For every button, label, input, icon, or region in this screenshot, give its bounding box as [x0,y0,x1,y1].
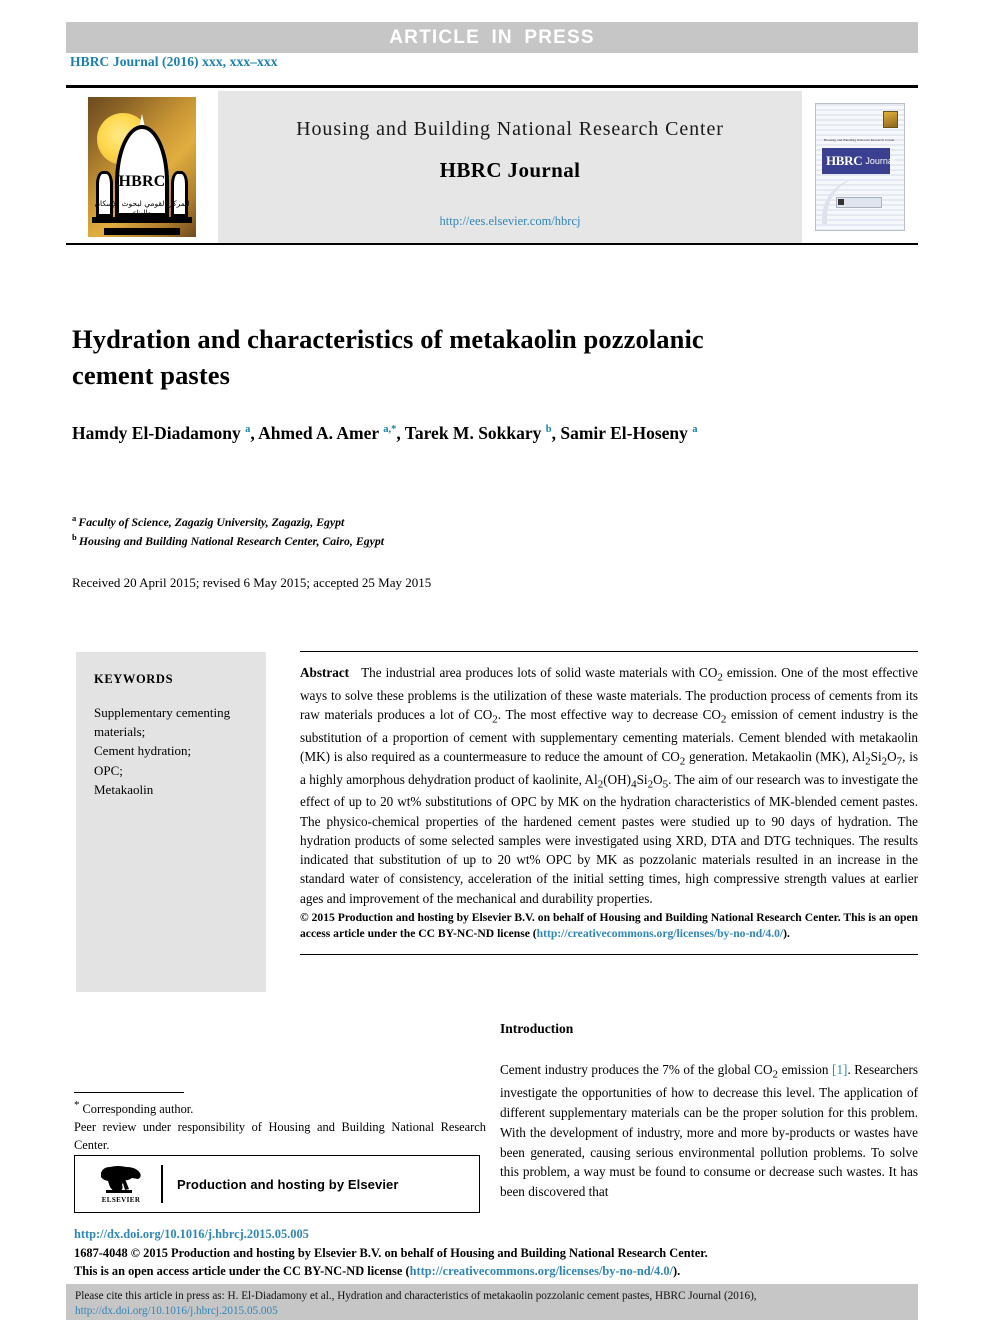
publisher-name: Housing and Building National Research C… [296,118,724,140]
keywords-panel: KEYWORDS Supplementary cementing materia… [76,652,266,992]
footer-copyright-line1: 1687-4048 © 2015 Production and hosting … [74,1246,708,1260]
citation-doi-link[interactable]: http://dx.doi.org/10.1016/j.hbrcj.2015.0… [75,1305,278,1317]
abstract-section: Abstract The industrial area produces lot… [300,651,918,955]
author-list: Hamdy El-Diadamony a, Ahmed A. Amer a,*,… [72,420,772,446]
introduction-heading: Introduction [500,1021,574,1036]
footer-copyright: 1687-4048 © 2015 Production and hosting … [74,1245,924,1280]
footer-copyright-line2-pre: This is an open access article under the… [74,1263,410,1278]
page-title: Hydration and characteristics of metakao… [72,323,704,391]
author-affiliation-marker: a [692,424,698,436]
logo-base-bar [92,217,192,223]
keywords-heading: KEYWORDS [94,672,174,686]
elsevier-logo: ELSEVIER [85,1165,157,1204]
citation-text: Please cite this article in press as: H.… [75,1289,909,1319]
author-name: Samir El-Hoseny [560,423,693,443]
hbrc-logo-icon: HBRC المركز القومي لبحوث الإسكان والبناء [88,97,196,237]
elsevier-hosting-box: ELSEVIER Production and hosting by Elsev… [74,1155,480,1213]
keyword-item: Supplementary cementing materials; [94,705,231,740]
footer-copyright-line2-post: ). [672,1263,681,1278]
introduction-paragraph: Cement industry produces the 7% of the g… [500,1060,918,1202]
article-in-press-banner: ARTICLE IN PRESS [66,22,918,53]
hbrc-logo-arabic-label: المركز القومي لبحوث الإسكان والبناء [94,199,190,217]
journal-url-link[interactable]: http://ees.elsevier.com/hbrcj [218,214,802,229]
affiliation-line: a Faculty of Science, Zagazig University… [72,512,712,531]
keyword-item: Cement hydration; [94,743,192,759]
author-affiliation-marker: a,* [383,424,397,436]
journal-cover-container: Housing and Building National Research C… [802,91,918,243]
footnote-block: * Corresponding author. Peer review under… [74,1098,486,1155]
keywords-items: Supplementary cementing materials; Cement… [94,703,250,799]
peer-review-note: Peer review under responsibility of Hous… [74,1120,486,1153]
corresponding-author-marker: * [74,1099,80,1111]
running-head-citation: HBRC Journal (2016) xxx, xxx–xxx [70,54,278,69]
cover-title-band: HBRC Journal [822,148,895,174]
received-dates: Received 20 April 2015; revised 6 May 20… [72,575,432,590]
journal-name: HBRC Journal [439,158,581,182]
elsevier-wordmark: ELSEVIER [101,1195,141,1204]
cover-band-subtitle: Housing and Building National Research C… [824,138,895,142]
intro-text-pre: Cement industry produces the 7% of the g… [500,1062,833,1081]
keyword-item: OPC; [94,762,123,778]
intro-text-post: . Researchers investigate the opportunit… [500,1062,919,1200]
citation-text-pre: Please cite this article in press as: H.… [75,1290,757,1302]
cover-title-journal: Journal [865,156,895,166]
abstract-copyright-tail: ). [783,927,790,941]
abstract-rule-bottom [300,953,918,955]
affiliation-list: a Faculty of Science, Zagazig University… [72,512,712,550]
abstract-label: Abstract [300,665,350,680]
elsevier-tree-icon [98,1165,144,1195]
keyword-item: Metakaolin [94,781,154,797]
author-separator: , [250,423,259,443]
author-separator: , [396,423,405,443]
affiliation-text: Housing and Building National Research C… [78,534,384,549]
doi-link[interactable]: http://dx.doi.org/10.1016/j.hbrcj.2015.0… [74,1227,309,1242]
hbrc-logo-label: HBRC [118,173,166,190]
article-in-press-label: ARTICLE IN PRESS [389,26,595,48]
elsevier-hosting-label: Production and hosting by Elsevier [177,1176,399,1192]
masthead-center: Housing and Building National Research C… [218,91,802,243]
journal-cover-thumbnail[interactable]: Housing and Building National Research C… [815,103,905,231]
license-link[interactable]: http://creativecommons.org/licenses/by-n… [537,927,783,940]
footer-license-link[interactable]: http://creativecommons.org/licenses/by-n… [410,1264,673,1278]
reference-link-1[interactable]: [1] [832,1062,847,1077]
journal-masthead: HBRC المركز القومي لبحوث الإسكان والبناء… [66,85,918,245]
author-name: Hamdy El-Diadamony [72,423,246,443]
hbrc-logo-container: HBRC المركز القومي لبحوث الإسكان والبناء [66,91,218,243]
abstract-rule-top [300,651,918,652]
abstract-copyright: © 2015 Production and hosting by Elsevie… [300,910,918,943]
cover-footer-strip [836,197,882,208]
footnote-divider [74,1092,184,1093]
author-name: Tarek M. Sokkary [404,423,546,443]
affiliation-line: b Housing and Building National Research… [72,531,712,550]
abstract-text: Abstract The industrial area produces lot… [300,663,918,908]
logo-base-bar-lower [104,228,180,235]
citation-footer-box: Please cite this article in press as: H.… [66,1284,918,1320]
affiliation-text: Faculty of Science, Zagazig University, … [78,514,345,529]
affiliation-marker: b [72,532,79,543]
cover-title-hbrc: HBRC [826,153,863,168]
corresponding-author-note: Corresponding author. [82,1102,194,1117]
author-name: Ahmed A. Amer [258,423,384,443]
abstract-paragraph: The industrial area produces lots of sol… [300,665,918,906]
cover-emblem-icon [883,111,898,128]
elsevier-divider [161,1165,163,1203]
